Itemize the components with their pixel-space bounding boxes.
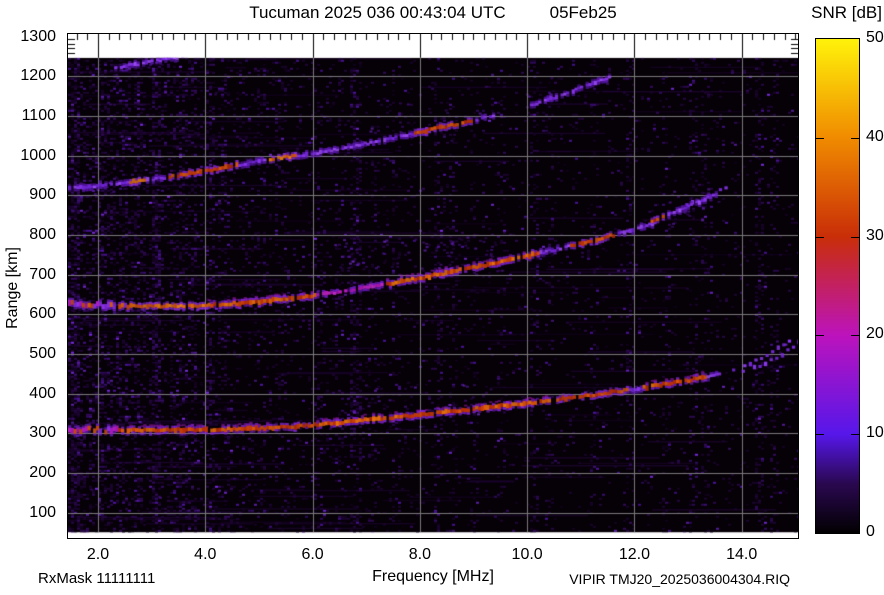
title-date: 05Feb25 bbox=[549, 3, 617, 22]
ionogram-viewer: Tucuman 2025 036 00:43:04 UTC 05Feb25 SNR… bbox=[0, 0, 884, 595]
y-tick-label: 1200 bbox=[20, 67, 56, 85]
page-title: Tucuman 2025 036 00:43:04 UTC 05Feb25 bbox=[68, 3, 798, 23]
x-tick-label: 8.0 bbox=[408, 546, 431, 563]
plot-frame bbox=[67, 33, 799, 539]
colorbar-tick-mark bbox=[851, 137, 859, 139]
colorbar-tick-mark bbox=[816, 137, 824, 139]
y-tick-label: 800 bbox=[29, 226, 56, 244]
colorbar-tick-label: 0 bbox=[866, 523, 875, 540]
colorbar-tick-mark bbox=[816, 434, 824, 436]
title-station-time: Tucuman 2025 036 00:43:04 UTC bbox=[249, 3, 506, 22]
y-tick-label: 400 bbox=[29, 384, 56, 402]
x-tick-label: 6.0 bbox=[301, 546, 324, 563]
y-tick-label: 1000 bbox=[20, 146, 56, 164]
y-axis-title: Range [km] bbox=[4, 247, 21, 329]
colorbar-tick-label: 30 bbox=[866, 226, 884, 244]
y-tick-label: 700 bbox=[29, 265, 56, 283]
x-tick-label: 2.0 bbox=[86, 546, 110, 563]
x-tick-label: 12.0 bbox=[618, 546, 650, 563]
x-tick-label: 4.0 bbox=[194, 546, 217, 563]
colorbar-tick-label: 20 bbox=[866, 325, 884, 343]
y-tick-label: 100 bbox=[29, 503, 56, 521]
colorbar-title: SNR [dB] bbox=[811, 3, 882, 22]
y-tick-label: 1100 bbox=[21, 107, 56, 125]
rxmask-label: RxMask 11111111 bbox=[38, 570, 156, 587]
colorbar-tick-mark bbox=[851, 335, 859, 337]
colorbar-tick-mark bbox=[816, 236, 824, 238]
y-tick-label: 300 bbox=[29, 424, 56, 442]
ionogram-canvas bbox=[68, 34, 798, 538]
y-tick-label: 1300 bbox=[20, 27, 56, 45]
x-tick-label: 10.0 bbox=[511, 546, 543, 563]
y-tick-label: 900 bbox=[29, 186, 56, 204]
y-tick-label: 600 bbox=[29, 305, 56, 323]
colorbar-tick-label: 40 bbox=[866, 127, 884, 145]
data-file-label: VIPIR TMJ20_2025036004304.RIQ bbox=[569, 571, 790, 587]
colorbar-tick-mark bbox=[851, 236, 859, 238]
y-tick-label: 200 bbox=[29, 463, 56, 481]
colorbar-tick-mark bbox=[851, 434, 859, 436]
y-tick-label: 500 bbox=[29, 345, 56, 362]
x-tick-label: 14.0 bbox=[726, 546, 758, 563]
colorbar-tick-label: 10 bbox=[866, 424, 884, 442]
snr-colorbar bbox=[815, 38, 860, 534]
colorbar-tick-mark bbox=[816, 335, 824, 337]
colorbar-tick-label: 50 bbox=[866, 29, 884, 46]
